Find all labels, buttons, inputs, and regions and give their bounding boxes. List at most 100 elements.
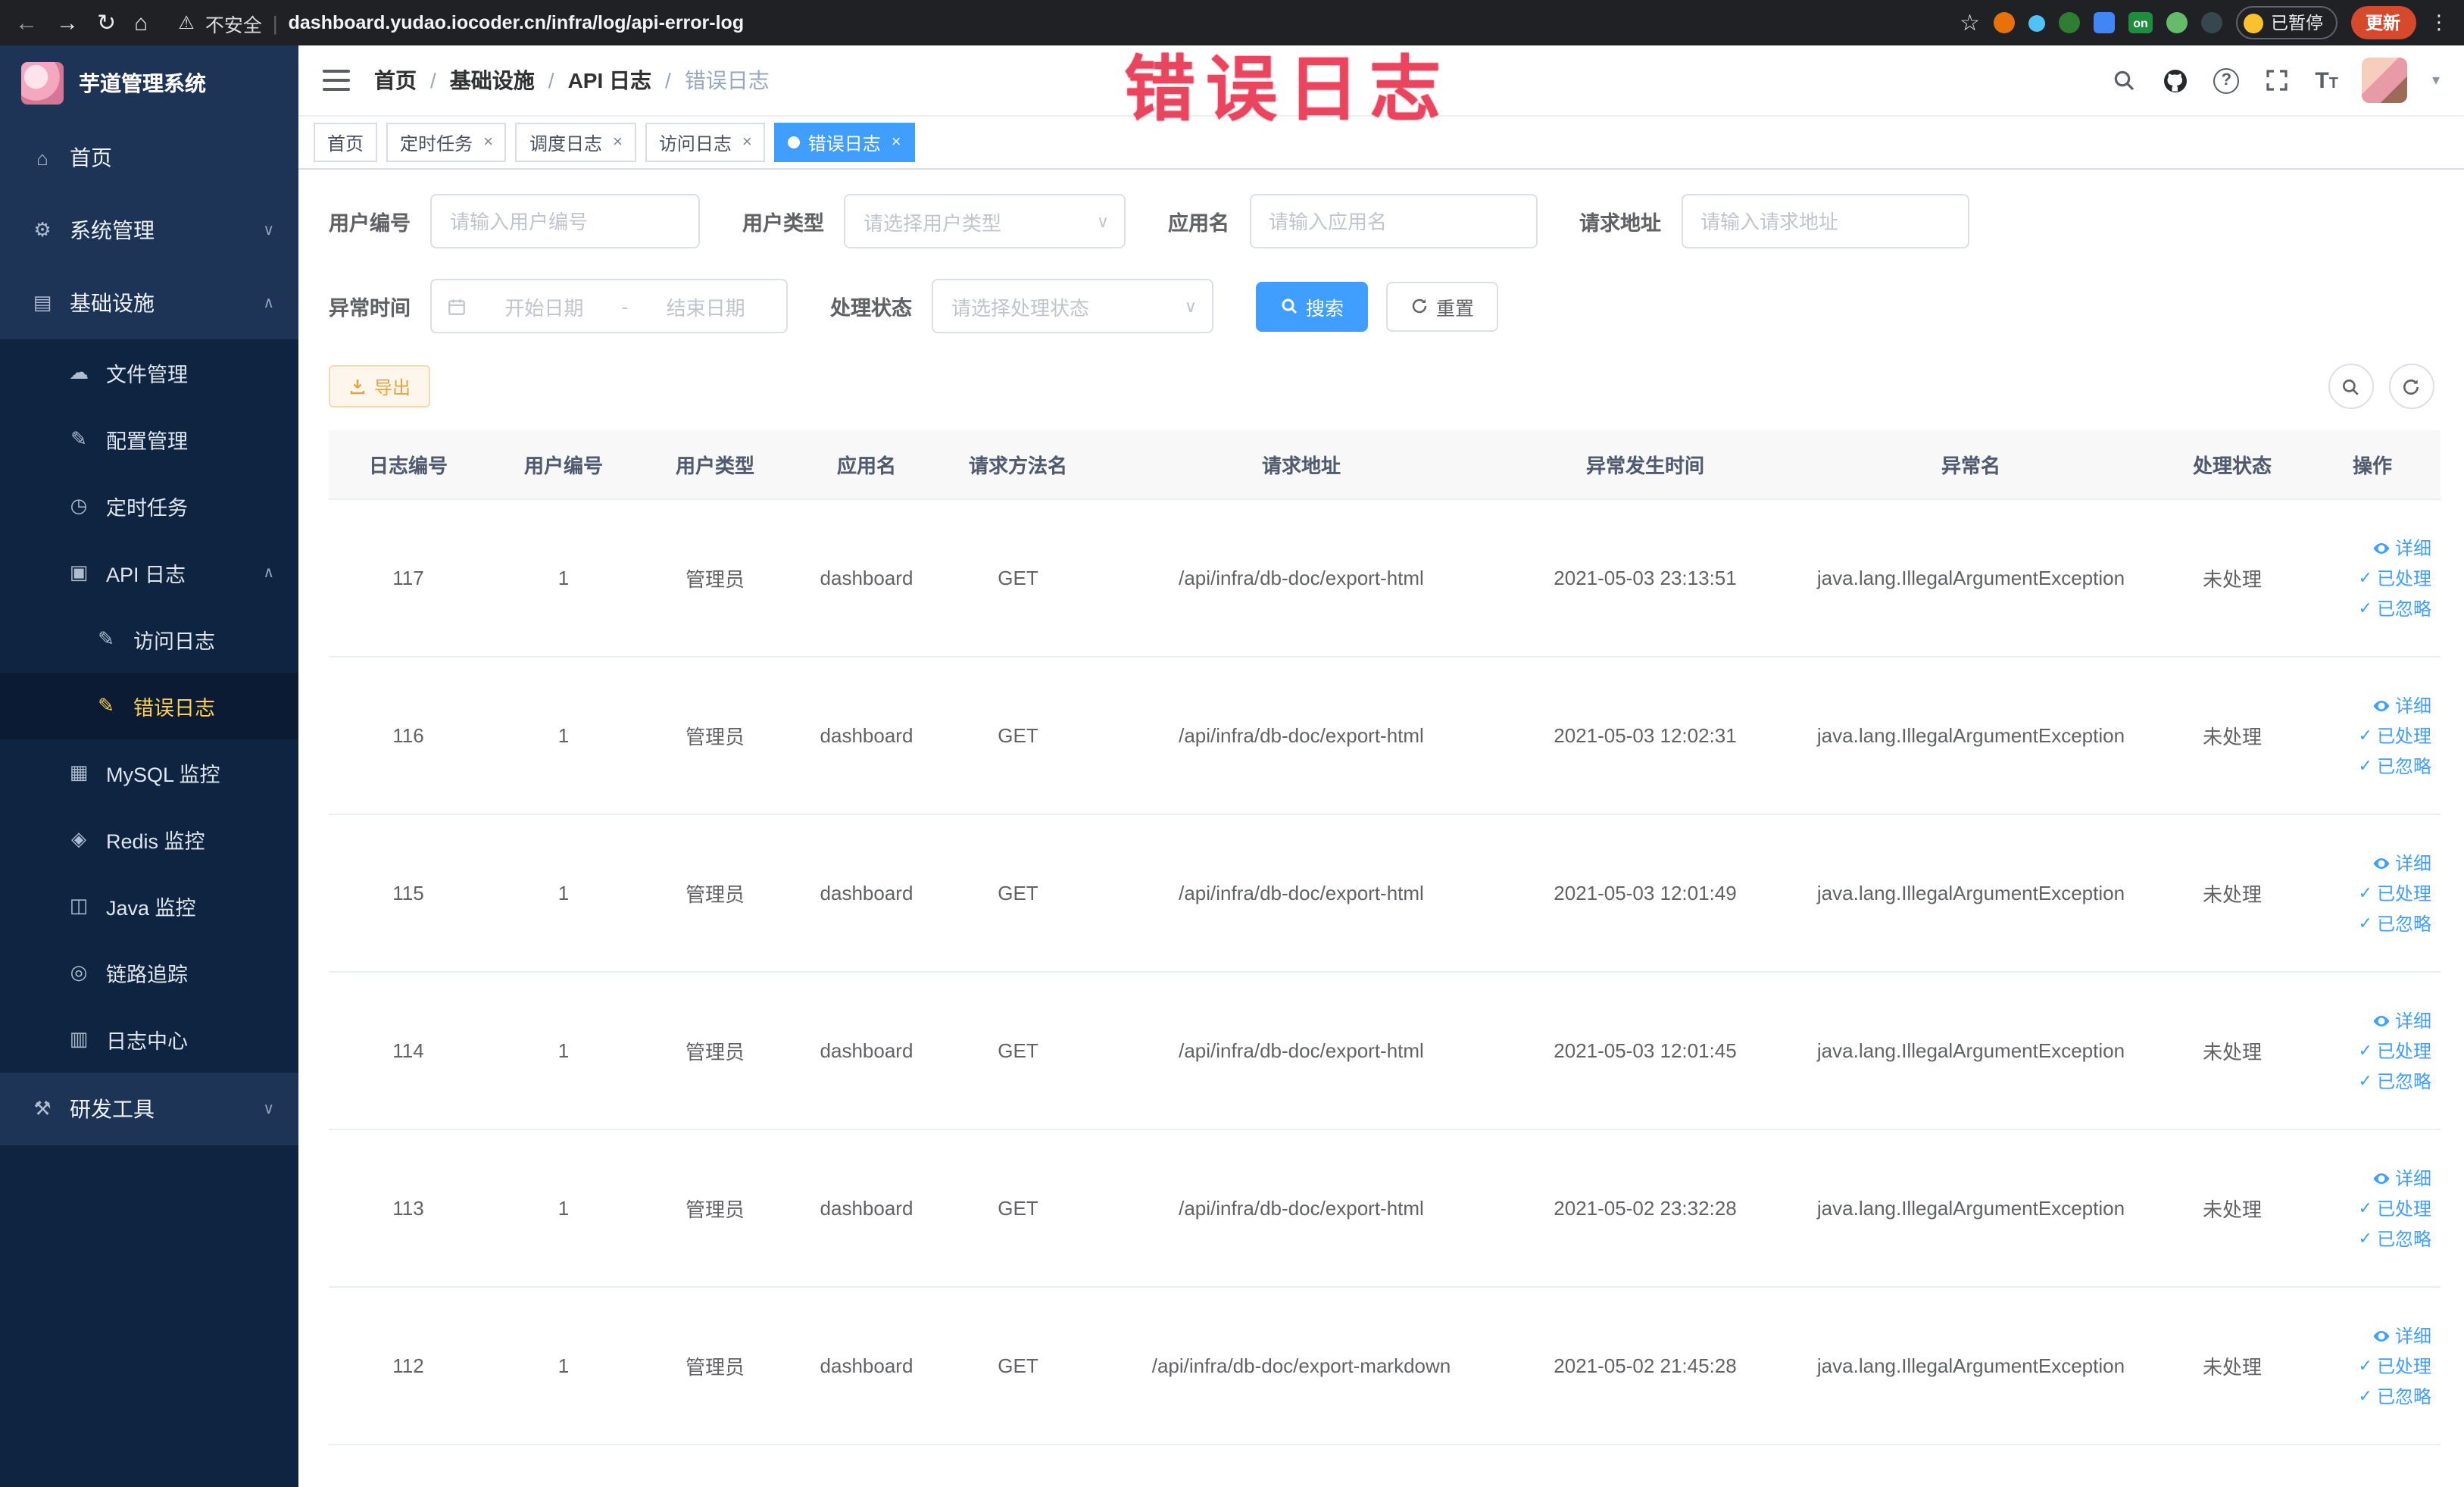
- browser-forward-icon[interactable]: →: [56, 10, 79, 36]
- cell-user-id: 1: [557, 882, 570, 904]
- action-ignored-link[interactable]: ✓ 已忽略: [2359, 1383, 2431, 1409]
- action-processed-link[interactable]: ✓ 已处理: [2359, 1038, 2431, 1064]
- tab-item[interactable]: 定时任务 ×: [386, 123, 507, 162]
- check-icon: ✓: [2358, 1200, 2372, 1218]
- tab-item[interactable]: 首页: [314, 123, 378, 162]
- cell-exception: java.lang.IllegalArgumentException: [1816, 1039, 2125, 1062]
- sidebar-item[interactable]: ◈ Redis 监控: [0, 806, 298, 873]
- exception-time-range-picker[interactable]: 开始日期 - 结束日期: [430, 279, 788, 333]
- browser-menu-icon[interactable]: ⋮: [2429, 11, 2449, 35]
- sidebar-item[interactable]: ▣ API 日志 ∧: [0, 539, 298, 606]
- check-icon: ✓: [2358, 758, 2372, 776]
- sidebar-item[interactable]: ▦ MySQL 监控: [0, 739, 298, 806]
- sidebar-item[interactable]: ◎ 链路追踪: [0, 939, 298, 1006]
- action-processed-link[interactable]: ✓ 已处理: [2359, 723, 2431, 748]
- browser-chrome: ← → ↻ ⌂ ⚠ 不安全 | dashboard.yudao.iocoder.…: [0, 0, 2464, 45]
- extension-icon[interactable]: [2166, 12, 2188, 33]
- tab-item[interactable]: 访问日志 ×: [645, 123, 766, 162]
- check-icon: ✓: [2358, 1042, 2372, 1061]
- chevron-down-icon[interactable]: ▾: [2432, 72, 2440, 89]
- sidebar-item-label: 研发工具: [70, 1097, 155, 1121]
- action-ignored-link[interactable]: ✓ 已忽略: [2359, 1226, 2431, 1251]
- address-bar[interactable]: ⚠ 不安全 | dashboard.yudao.iocoder.cn/infra…: [166, 8, 1941, 37]
- extension-icon[interactable]: [2028, 14, 2045, 31]
- hamburger-icon[interactable]: [323, 70, 350, 91]
- extension-icon[interactable]: [1994, 12, 2015, 33]
- update-button[interactable]: 更新: [2350, 6, 2416, 39]
- action-ignored-link[interactable]: ✓ 已忽略: [2359, 1068, 2431, 1094]
- action-ignored-link[interactable]: ✓ 已忽略: [2359, 911, 2431, 936]
- paused-badge[interactable]: 已暂停: [2236, 6, 2337, 39]
- reset-button[interactable]: 重置: [1386, 281, 1499, 331]
- cell-method: GET: [998, 724, 1038, 747]
- sidebar-item[interactable]: ▤ 基础设施 ∧: [0, 267, 298, 339]
- user-avatar[interactable]: [2362, 58, 2408, 103]
- sidebar-item[interactable]: ⚙ 系统管理 ∨: [0, 194, 298, 267]
- action-processed-link[interactable]: ✓ 已处理: [2359, 1195, 2431, 1221]
- action-detail-link[interactable]: 详细: [2372, 1007, 2431, 1033]
- font-size-icon[interactable]: TT: [2315, 67, 2338, 93]
- action-detail-link[interactable]: 详细: [2372, 1323, 2431, 1348]
- action-detail-link[interactable]: 详细: [2372, 850, 2431, 876]
- user-id-input[interactable]: [430, 194, 700, 248]
- refresh-button[interactable]: [2388, 364, 2434, 409]
- sidebar-item[interactable]: ✎ 配置管理: [0, 406, 298, 473]
- close-icon[interactable]: ×: [613, 133, 623, 152]
- browser-home-icon[interactable]: ⌂: [134, 10, 148, 36]
- github-icon[interactable]: [2162, 67, 2189, 94]
- close-icon[interactable]: ×: [742, 133, 752, 152]
- sidebar-item[interactable]: ◷ 定时任务: [0, 473, 298, 539]
- help-icon[interactable]: ?: [2213, 67, 2240, 93]
- breadcrumb-item[interactable]: 首页: [374, 65, 417, 95]
- cell-app: dashboard: [820, 1197, 913, 1220]
- table-row: 115 1 管理员 dashboard GET/api/infra/db-doc/exp…: [329, 815, 2440, 973]
- toggle-search-button[interactable]: [2328, 364, 2373, 409]
- action-processed-link[interactable]: ✓ 已处理: [2359, 880, 2431, 906]
- search-button[interactable]: 搜索: [1256, 281, 1369, 331]
- action-processed-link[interactable]: ✓ 已处理: [2359, 1353, 2431, 1379]
- breadcrumb-item[interactable]: API 日志: [568, 65, 651, 95]
- browser-back-icon[interactable]: ←: [15, 10, 38, 36]
- sidebar-item[interactable]: ⌂ 首页: [0, 121, 298, 194]
- content: 用户编号 用户类型 请选择用户类型 ∨ 应用名: [298, 170, 2464, 1487]
- tab-active[interactable]: 错误日志 ×: [774, 123, 915, 162]
- cell-status: 未处理: [2202, 568, 2262, 591]
- app-logo[interactable]: 芋道管理系统: [0, 45, 298, 121]
- action-processed-link[interactable]: ✓ 已处理: [2359, 565, 2431, 591]
- cell-id: 113: [392, 1197, 424, 1220]
- close-icon[interactable]: ×: [483, 133, 493, 152]
- sidebar-item-label: 首页: [70, 145, 112, 170]
- sidebar-item[interactable]: ✎ 错误日志: [0, 673, 298, 739]
- extension-icon[interactable]: [2201, 12, 2222, 33]
- breadcrumb-item[interactable]: 基础设施: [450, 65, 535, 95]
- tab-label: 错误日志: [807, 133, 881, 154]
- user-type-select[interactable]: 请选择用户类型 ∨: [844, 194, 1126, 248]
- action-detail-link[interactable]: 详细: [2372, 1165, 2431, 1191]
- chevron-down-icon: ∨: [263, 1101, 274, 1117]
- tab-item[interactable]: 调度日志 ×: [515, 123, 636, 162]
- sidebar-item[interactable]: ◫ Java 监控: [0, 873, 298, 939]
- search-icon[interactable]: [2110, 67, 2138, 94]
- cell-url: /api/infra/db-doc/export-markdown: [1151, 1354, 1451, 1377]
- sidebar-item[interactable]: ☁ 文件管理: [0, 339, 298, 406]
- fullscreen-icon[interactable]: [2263, 67, 2291, 94]
- close-icon[interactable]: ×: [892, 133, 901, 152]
- sidebar-item[interactable]: ⚒ 研发工具 ∨: [0, 1073, 298, 1145]
- bookmark-star-icon[interactable]: ☆: [1960, 9, 1980, 36]
- sidebar-item[interactable]: ▥ 日志中心: [0, 1006, 298, 1073]
- extension-on-badge[interactable]: on: [2128, 12, 2153, 33]
- sidebar-item-label: 定时任务: [106, 497, 188, 520]
- extension-icon[interactable]: [2059, 12, 2080, 33]
- sidebar-item[interactable]: ✎ 访问日志: [0, 606, 298, 673]
- action-ignored-link[interactable]: ✓ 已忽略: [2359, 595, 2431, 621]
- request-url-input[interactable]: [1681, 194, 1969, 248]
- extension-icon[interactable]: [2094, 12, 2115, 33]
- cell-status: 未处理: [2202, 1356, 2262, 1379]
- action-detail-link[interactable]: 详细: [2372, 692, 2431, 718]
- export-button[interactable]: 导出: [329, 365, 431, 408]
- process-status-select[interactable]: 请选择处理状态 ∨: [932, 279, 1213, 333]
- action-ignored-link[interactable]: ✓ 已忽略: [2359, 753, 2431, 779]
- action-detail-link[interactable]: 详细: [2372, 535, 2431, 561]
- browser-reload-icon[interactable]: ↻: [97, 9, 116, 36]
- app-name-input[interactable]: [1249, 194, 1537, 248]
